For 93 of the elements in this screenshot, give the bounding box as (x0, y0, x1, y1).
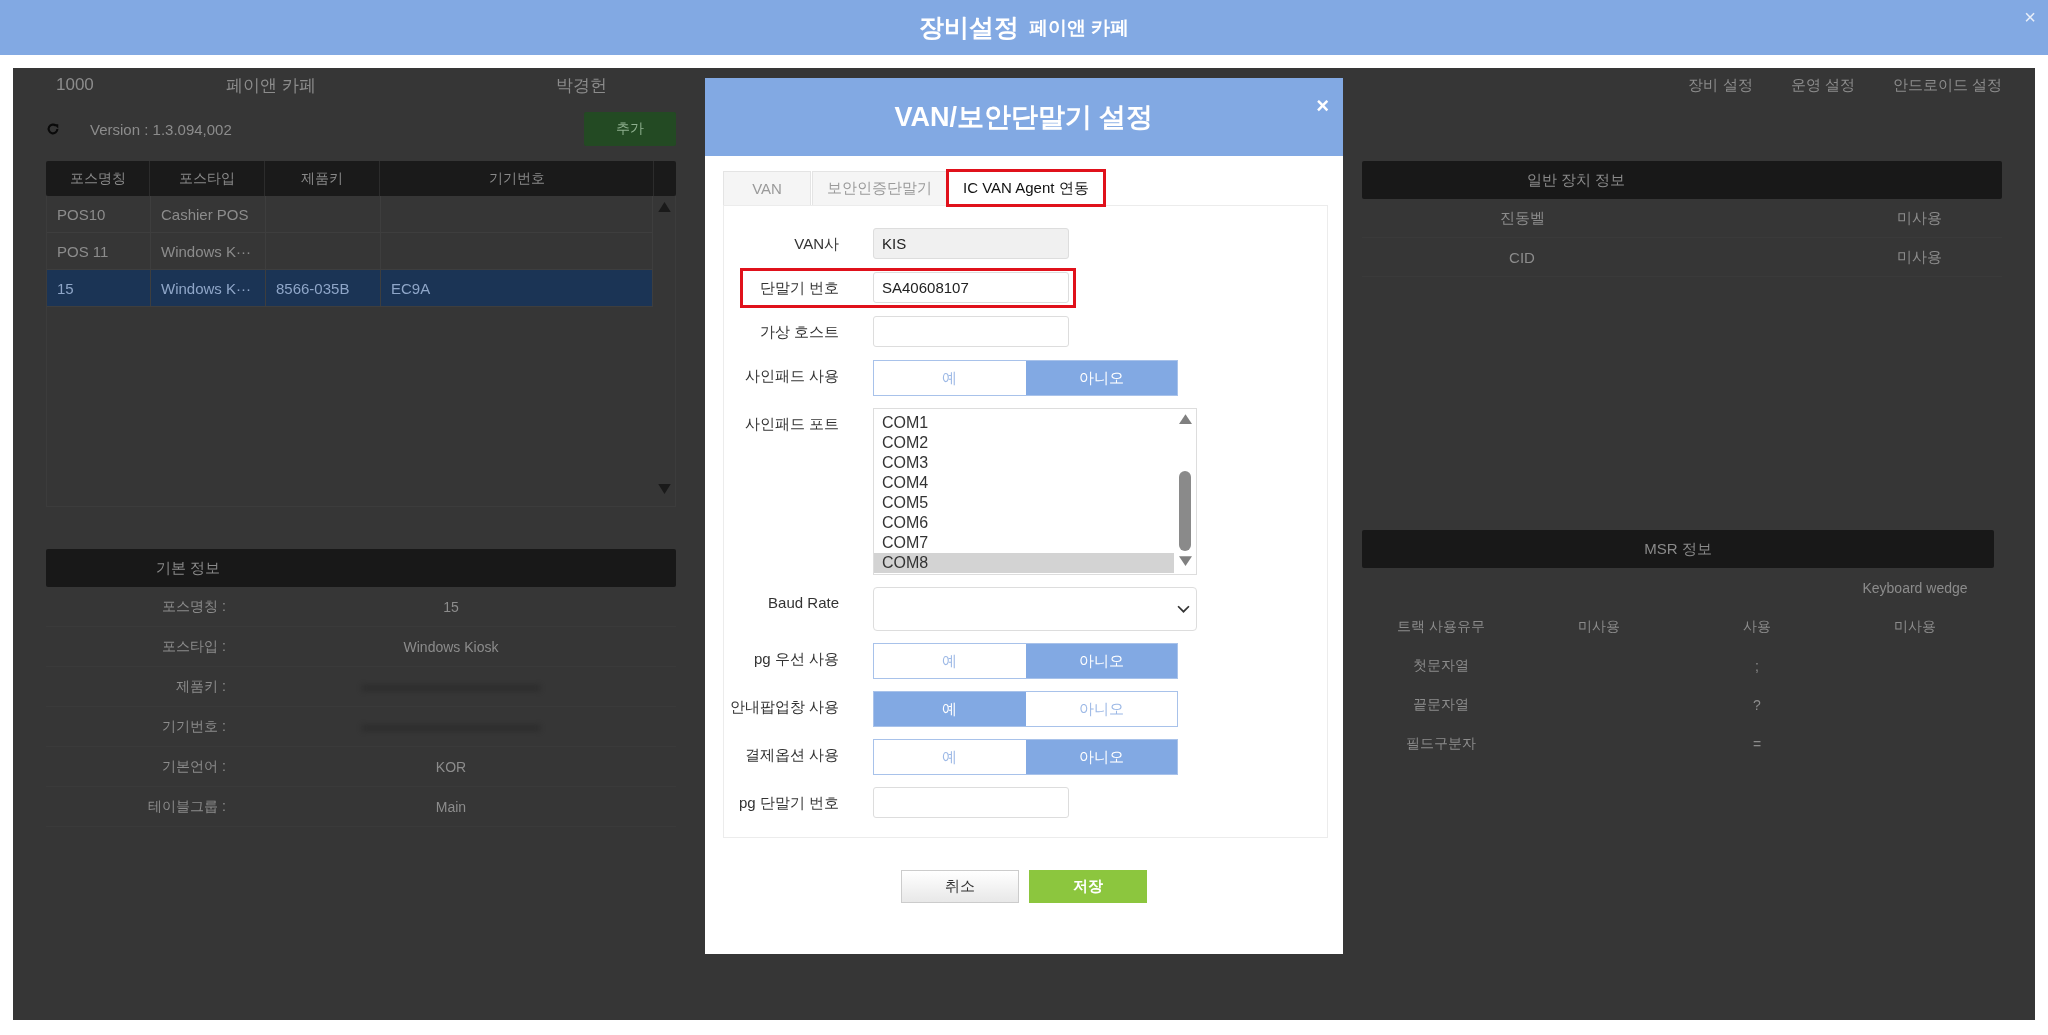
device-status: 미사용 (1897, 208, 1942, 226)
list-item[interactable]: COM3 (874, 453, 1174, 473)
nav-link[interactable]: 안드로이드 설정 (1892, 75, 2002, 95)
scrollbar-thumb[interactable] (1179, 471, 1191, 551)
field-label: 제품키 : (175, 677, 226, 696)
table-cell: POS10 (57, 205, 106, 223)
toggle-option[interactable]: 아니오 (1025, 644, 1177, 678)
section-header: 일반 장치 정보 (1362, 161, 2002, 199)
field-value: Main (435, 798, 467, 815)
field-label: 사인패드 사용 (743, 366, 840, 386)
list-item[interactable]: COM2 (874, 433, 1174, 453)
save-button[interactable]: 저장 (1029, 870, 1147, 903)
version-label: Version : 1.3.094,002 (90, 120, 232, 138)
list-item[interactable]: COM7 (874, 533, 1174, 553)
field-label: 첫문자열 (1413, 656, 1469, 673)
field-label: 필드구분자 (1406, 734, 1476, 751)
owner-name: 박경헌 (556, 74, 607, 97)
refresh-icon[interactable] (46, 122, 60, 136)
list-item[interactable]: COM5 (874, 493, 1174, 513)
field-label: 기본언어 : (161, 757, 226, 776)
window-subtitle: 페이앤 카페 (1028, 15, 1130, 40)
field-value: Windows Kiosk (403, 638, 499, 655)
field-value: 15 (443, 598, 459, 615)
toggle-option[interactable]: 아니오 (1025, 740, 1177, 774)
scroll-up-icon[interactable] (1178, 414, 1192, 424)
field-label: 가상 호스트 (758, 322, 840, 342)
section-header: MSR 정보 (1362, 530, 1994, 568)
table-cell: Cashier POS (161, 205, 249, 223)
field-label: 포스타입 : (161, 637, 226, 656)
port-listbox[interactable]: COM1 COM2 COM3 COM4 COM5 COM6 COM7 COM8 (873, 408, 1197, 575)
scroll-down-icon[interactable] (1178, 556, 1192, 566)
table-cell: EC9A (391, 279, 431, 297)
column-header: 제품키 (265, 161, 380, 196)
field-label: 끝문자열 (1413, 695, 1469, 712)
cancel-button[interactable]: 취소 (901, 870, 1019, 903)
field-label: 결제옵션 사용 (743, 745, 840, 765)
tab[interactable]: 보안인증단말기 (812, 171, 947, 205)
field-label: 안내팝업창 사용 (728, 697, 840, 717)
column-header: 포스타입 (150, 161, 265, 196)
toggle-option[interactable]: 예 (874, 692, 1026, 726)
nav-link[interactable]: 장비 설정 (1688, 75, 1753, 95)
input-field[interactable]: SA40608107 (873, 272, 1069, 303)
section-header: 기본 정보 (46, 549, 676, 587)
dialog-title: VAN/보안단말기 설정 (894, 101, 1154, 134)
table-cell: 미사용 (1578, 617, 1620, 634)
list-item[interactable]: COM4 (874, 473, 1174, 493)
close-button[interactable]: × (1310, 92, 1335, 120)
nav-link[interactable]: 운영 설정 (1790, 75, 1855, 95)
store-name: 페이앤 카페 (226, 74, 317, 97)
table-cell: Windows K··· (161, 279, 251, 297)
field-label: 단말기 번호 (758, 278, 840, 298)
field-value: KOR (435, 758, 467, 775)
table-cell: 15 (57, 279, 74, 297)
field-label: VAN사 (793, 234, 840, 254)
table-cell: POS 11 (57, 242, 109, 260)
store-code: 1000 (55, 75, 95, 95)
table-cell: 8566-035B (276, 279, 350, 297)
table-cell: Windows K··· (161, 242, 251, 260)
list-item[interactable]: COM1 (874, 413, 1174, 433)
table-cell: 미사용 (1894, 617, 1936, 634)
field-label: 테이블그룹 : (147, 797, 226, 816)
field-label: pg 우선 사용 (752, 649, 840, 669)
field-label: 사인패드 포트 (743, 414, 840, 434)
field-label: 기기번호 : (161, 717, 226, 736)
tab[interactable]: VAN (723, 171, 811, 205)
baud-rate-dropdown[interactable] (873, 587, 1197, 631)
tab[interactable]: IC VAN Agent 연동 (948, 171, 1104, 205)
field-value: = (1752, 735, 1762, 752)
window-title: 장비설정 (918, 12, 1019, 43)
table-cell: 트랙 사용유무 (1397, 617, 1485, 634)
field-label: 포스명칭 : (161, 597, 226, 616)
table-row[interactable]: POS10 Cashier POS (47, 196, 653, 233)
toggle-option[interactable]: 아니오 (1025, 361, 1177, 395)
list-item[interactable]: COM8 (874, 553, 1174, 573)
chevron-down-icon (1177, 604, 1190, 614)
field-label: Baud Rate (767, 593, 840, 613)
readonly-field: KIS (873, 228, 1069, 259)
input-field[interactable] (873, 316, 1069, 347)
device-name: 진동벨 (1499, 208, 1545, 226)
device-name: CID (1509, 248, 1535, 266)
msr-mode: Keyboard wedge (1862, 579, 1968, 596)
field-value: ; (1755, 657, 1759, 674)
input-field[interactable] (873, 787, 1069, 818)
add-button[interactable]: 추가 (584, 112, 676, 146)
column-header: 포스명칭 (46, 161, 150, 196)
field-value: ? (1753, 696, 1761, 713)
column-header: 기기번호 (380, 161, 654, 196)
list-item[interactable]: COM6 (874, 513, 1174, 533)
device-status: 미사용 (1897, 247, 1942, 265)
table-row[interactable]: 15 Windows K··· 8566-035B EC9A (47, 270, 653, 307)
table-cell: 사용 (1743, 617, 1771, 634)
field-label: pg 단말기 번호 (737, 793, 840, 813)
close-button[interactable]: × (2020, 6, 2040, 29)
